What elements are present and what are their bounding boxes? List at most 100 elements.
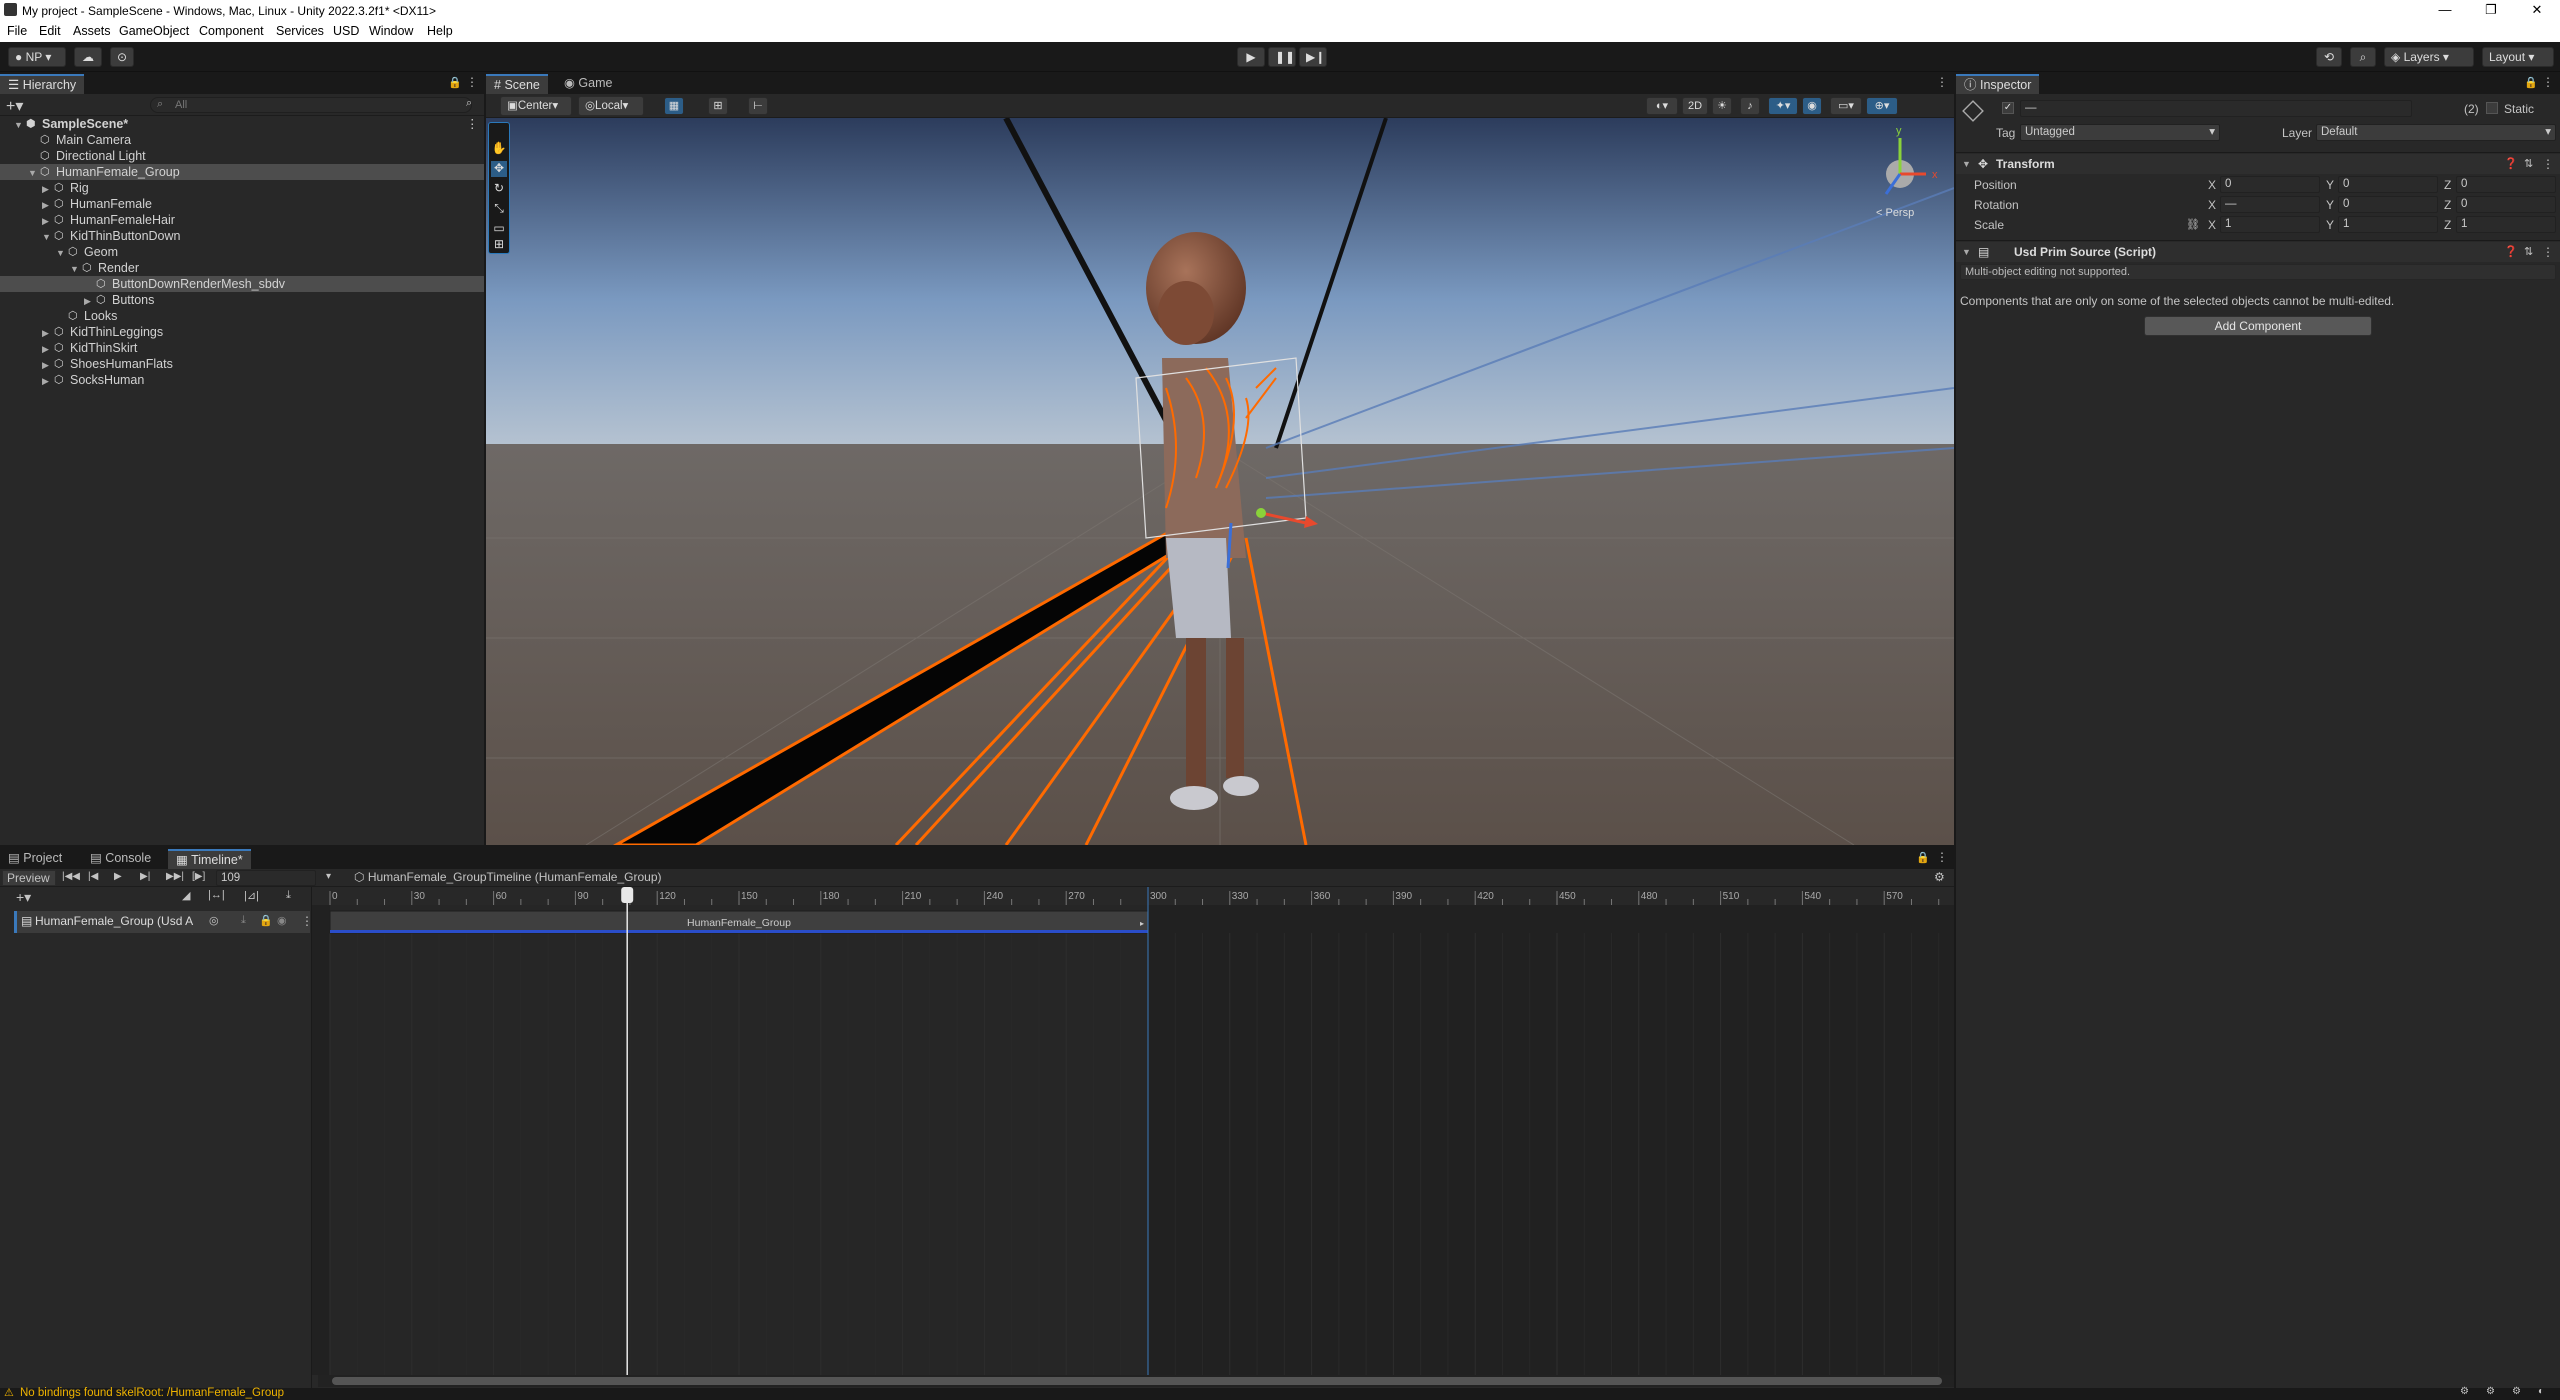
position-z-field[interactable]: 0: [2456, 176, 2556, 193]
chevron-down-icon[interactable]: ▾: [326, 871, 331, 882]
rotation-x-field[interactable]: —: [2220, 196, 2320, 213]
hierarchy-item[interactable]: ⬡ Looks: [0, 308, 484, 324]
hierarchy-search[interactable]: ⌕ All: [150, 97, 472, 113]
frame-field[interactable]: 109: [216, 870, 316, 886]
target-icon[interactable]: ◎: [209, 914, 219, 927]
effects-dropdown[interactable]: ✦▾: [1768, 97, 1798, 115]
chevron-right-icon[interactable]: ▶: [42, 213, 49, 229]
gear-icon[interactable]: ⚙: [1934, 870, 1945, 884]
rotate-tool-icon[interactable]: ↻: [491, 181, 507, 197]
scrollbar-thumb[interactable]: [332, 1377, 1942, 1385]
maximize-button[interactable]: ❐: [2468, 0, 2514, 20]
tag-dropdown[interactable]: Untagged ▾: [2020, 124, 2220, 141]
diagnostics-icon[interactable]: ◐: [2538, 1386, 2544, 1397]
undo-history-icon[interactable]: ⟲: [2316, 47, 2342, 67]
lock-icon[interactable]: 🔒: [1916, 851, 1930, 864]
add-component-button[interactable]: Add Component: [2144, 316, 2372, 336]
hierarchy-item[interactable]: ▼ ⬡ KidThinButtonDown: [0, 228, 484, 244]
menu-gameobject[interactable]: GameObject: [119, 24, 189, 38]
script-header[interactable]: ▼ ▤ Usd Prim Source (Script) ❓ ⇅ ⋮: [1956, 242, 2560, 262]
hierarchy-item[interactable]: ▼ ⬢ SampleScene* ⋮: [0, 116, 484, 132]
shading-mode-dropdown[interactable]: ◐▾: [1646, 97, 1678, 115]
next-frame-icon[interactable]: ▶|: [140, 871, 150, 882]
gizmos-dropdown[interactable]: ⊕▾: [1866, 97, 1898, 115]
static-checkbox[interactable]: [2486, 102, 2498, 114]
grid-snap-icon[interactable]: ▦: [664, 97, 684, 115]
visibility-icon[interactable]: ◉: [1802, 97, 1822, 115]
axis-label-x[interactable]: X: [2208, 198, 2216, 212]
mute-icon[interactable]: 🔒: [259, 914, 273, 927]
pivot-center-dropdown[interactable]: ▣Center▾: [500, 96, 572, 116]
menu-window[interactable]: Window: [369, 24, 413, 38]
timeline-ruler[interactable]: [312, 887, 1954, 905]
ripple-icon[interactable]: |↔|: [208, 889, 225, 901]
tab-timeline[interactable]: ▦ Timeline*: [168, 849, 251, 869]
menu-component[interactable]: Component: [199, 24, 264, 38]
chevron-right-icon[interactable]: ▶: [42, 373, 49, 389]
chevron-down-icon[interactable]: ▼: [70, 261, 79, 277]
hierarchy-item[interactable]: ▶ ⬡ HumanFemaleHair: [0, 212, 484, 228]
preset-icon[interactable]: ⇅: [2524, 157, 2533, 170]
toggle-2d-button[interactable]: 2D: [1682, 97, 1708, 115]
collab-icon[interactable]: ⊙: [110, 47, 134, 67]
transform-header[interactable]: ▼ ✥ Transform ❓ ⇅ ⋮: [1956, 154, 2560, 174]
rotation-z-field[interactable]: 0: [2456, 196, 2556, 213]
hierarchy-item[interactable]: ⬡ Directional Light: [0, 148, 484, 164]
hierarchy-item[interactable]: ▼ ⬡ Geom: [0, 244, 484, 260]
axis-label-x[interactable]: X: [2208, 178, 2216, 192]
chevron-down-icon[interactable]: ▼: [28, 165, 37, 181]
kebab-menu-icon[interactable]: ⋮: [2542, 75, 2554, 89]
axis-label-y[interactable]: Y: [2326, 178, 2334, 192]
close-button[interactable]: ✕: [2514, 0, 2560, 20]
constrain-proportions-icon[interactable]: ⛓: [2186, 218, 2200, 231]
menu-help[interactable]: Help: [427, 24, 453, 38]
chevron-down-icon[interactable]: ▼: [42, 229, 51, 245]
lock-icon[interactable]: ⤓: [241, 914, 246, 927]
tab-inspector[interactable]: ⓘ Inspector: [1956, 74, 2040, 94]
scene-viewport[interactable]: y x < Persp: [486, 118, 1954, 845]
camera-settings-dropdown[interactable]: ▭▾: [1830, 97, 1862, 115]
search-icon[interactable]: ⌕: [2350, 47, 2376, 67]
add-create-button[interactable]: +▾: [6, 96, 23, 116]
timeline-area[interactable]: 0 30 60 90 120 150 180 210 240 270 300 330 360 390 420…: [312, 887, 1954, 1375]
chevron-down-icon[interactable]: ▼: [14, 117, 23, 133]
align-icon[interactable]: ⊢: [748, 97, 768, 115]
scale-tool-icon[interactable]: ⤡: [491, 201, 507, 217]
kebab-menu-icon[interactable]: ⋮: [2542, 245, 2554, 259]
menu-file[interactable]: File: [7, 24, 27, 38]
kebab-menu-icon[interactable]: ⋮: [1936, 75, 1948, 89]
layout-dropdown[interactable]: Layout ▾: [2482, 47, 2554, 67]
axis-label-z[interactable]: Z: [2444, 178, 2451, 192]
tab-game[interactable]: ◉ Game: [556, 74, 620, 94]
pause-button[interactable]: ❚❚: [1268, 47, 1296, 67]
move-tool-icon[interactable]: ✥: [491, 161, 507, 177]
cloud-icon[interactable]: ☁: [74, 47, 102, 67]
play-range-icon[interactable]: [▶]: [192, 871, 205, 882]
position-x-field[interactable]: 0: [2220, 176, 2320, 193]
tab-scene[interactable]: # Scene: [486, 74, 548, 94]
axis-label-z[interactable]: Z: [2444, 198, 2451, 212]
axis-label-x[interactable]: X: [2208, 218, 2216, 232]
lighting-icon[interactable]: ☀: [1712, 97, 1732, 115]
track-row[interactable]: ▤ HumanFemale_Group (Usd A ◎ ⤓ 🔒 ◉ ⋮: [14, 911, 313, 933]
hierarchy-item[interactable]: ▼ ⬡ Render: [0, 260, 484, 276]
chevron-right-icon[interactable]: ▶: [42, 181, 49, 197]
hierarchy-item[interactable]: ▶ ⬡ HumanFemale: [0, 196, 484, 212]
chevron-right-icon[interactable]: ▶: [42, 357, 49, 373]
axis-label-z[interactable]: Z: [2444, 218, 2451, 232]
menu-edit[interactable]: Edit: [39, 24, 61, 38]
snap-icon[interactable]: |⊿|: [244, 889, 259, 902]
debug-icon[interactable]: ⚙: [2486, 1386, 2495, 1397]
pivot-local-dropdown[interactable]: ◎Local▾: [578, 96, 644, 116]
position-y-field[interactable]: 0: [2338, 176, 2438, 193]
visibility-icon[interactable]: ◉: [277, 914, 287, 927]
layers-dropdown[interactable]: ◈ Layers ▾: [2384, 47, 2474, 67]
playhead-handle[interactable]: [621, 887, 634, 903]
increment-snap-icon[interactable]: ⊞: [708, 97, 728, 115]
axis-label-y[interactable]: Y: [2326, 218, 2334, 232]
kebab-menu-icon[interactable]: ⋮: [1936, 850, 1948, 864]
hierarchy-item[interactable]: ▶ ⬡ Rig: [0, 180, 484, 196]
hierarchy-item[interactable]: ⬡ Main Camera: [0, 132, 484, 148]
axis-label-y[interactable]: Y: [2326, 198, 2334, 212]
kebab-menu-icon[interactable]: ⋮: [2542, 157, 2554, 171]
